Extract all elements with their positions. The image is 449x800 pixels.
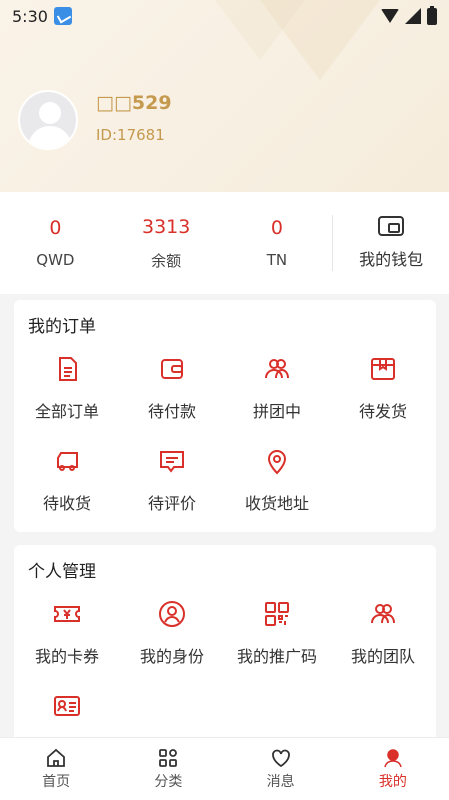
status-time: 5:30 (12, 6, 48, 26)
avatar[interactable] (18, 90, 78, 150)
truck-icon (52, 446, 82, 476)
category-icon (157, 747, 179, 769)
my-promo-code-button[interactable]: 我的推广码 (224, 599, 330, 667)
grid-label: 我的卡券 (34, 647, 99, 666)
order-pending-review-button[interactable]: 待评价 (119, 446, 225, 514)
battery-icon (427, 5, 437, 25)
stat-value: 0 (270, 217, 283, 239)
team-icon (368, 599, 398, 629)
qr-code-icon (262, 599, 292, 629)
stat-label: 余额 (151, 251, 182, 270)
grid-label: 我的团队 (350, 647, 415, 666)
my-identity-button[interactable]: 我的身份 (119, 599, 225, 667)
shipping-address-button[interactable]: 收货地址 (224, 446, 330, 514)
stat-label: TN (266, 251, 288, 269)
wallet-label: 我的钱包 (359, 250, 424, 269)
my-coupons-button[interactable]: 我的卡券 (14, 599, 120, 667)
order-group-buy-button[interactable]: 拼团中 (224, 354, 330, 422)
orders-title: 我的订单 (28, 317, 96, 337)
box-icon (368, 354, 398, 384)
stat-qwd[interactable]: 0 QWD (0, 217, 111, 269)
grid-label: 收货地址 (244, 494, 309, 513)
orders-card: 我的订单 全部订单 待付款 拼团中 待发货 待收货 待评价 收货地址 (14, 300, 436, 532)
profile-icon (382, 747, 404, 769)
grid-label: 全部订单 (34, 402, 99, 421)
grid-label: 待发货 (358, 402, 407, 421)
stat-value: 0 (49, 217, 62, 239)
home-icon (45, 747, 67, 769)
status-bar: 5:30 (0, 0, 449, 32)
grid-label: 待付款 (147, 402, 196, 421)
grid-label: 待收货 (42, 494, 91, 513)
grid-label: 待评价 (147, 494, 196, 513)
stat-balance[interactable]: 3313 余额 (111, 216, 222, 271)
wallet-icon (157, 354, 187, 384)
nav-label: 我的 (378, 774, 407, 790)
nav-label: 消息 (266, 774, 295, 790)
coupon-icon (52, 599, 82, 629)
grid-label: 我的身份 (139, 647, 204, 666)
stats-row: 0 QWD 3313 余额 0 TN 我的钱包 (0, 192, 449, 294)
group-icon (262, 354, 292, 384)
order-pending-receipt-button[interactable]: 待收货 (14, 446, 120, 514)
stat-value: 3313 (141, 215, 191, 238)
stat-label: QWD (36, 251, 75, 269)
app-notification-icon (53, 7, 72, 25)
personal-title: 个人管理 (28, 562, 96, 582)
order-pending-payment-button[interactable]: 待付款 (119, 354, 225, 422)
nav-category[interactable]: 分类 (112, 738, 224, 800)
document-icon (52, 354, 82, 384)
nav-mine[interactable]: 我的 (337, 738, 449, 800)
stat-tn[interactable]: 0 TN (222, 217, 333, 269)
nav-messages[interactable]: 消息 (225, 738, 337, 800)
user-circle-icon (157, 599, 187, 629)
user-name: □□529 (96, 92, 172, 114)
bottom-nav: 首页 分类 消息 我的 (0, 737, 449, 800)
nav-home[interactable]: 首页 (0, 738, 112, 800)
wifi-icon (381, 9, 399, 23)
user-id: ID:17681 (96, 126, 165, 144)
nav-label: 首页 (42, 774, 71, 790)
order-all-button[interactable]: 全部订单 (14, 354, 120, 422)
personal-card: 个人管理 我的卡券 我的身份 我的推广码 我的团队 (14, 545, 436, 745)
heart-icon (270, 747, 292, 769)
signal-icon (405, 8, 421, 24)
id-card-icon (52, 691, 82, 721)
grid-label: 拼团中 (252, 402, 301, 421)
nav-label: 分类 (154, 774, 183, 790)
order-pending-shipment-button[interactable]: 待发货 (330, 354, 436, 422)
grid-label: 我的推广码 (236, 647, 317, 666)
comment-icon (157, 446, 187, 476)
location-pin-icon (262, 446, 292, 476)
id-card-button[interactable] (14, 691, 120, 735)
my-team-button[interactable]: 我的团队 (330, 599, 436, 667)
wallet-button[interactable]: 我的钱包 (333, 216, 449, 270)
wallet-icon (378, 216, 405, 236)
